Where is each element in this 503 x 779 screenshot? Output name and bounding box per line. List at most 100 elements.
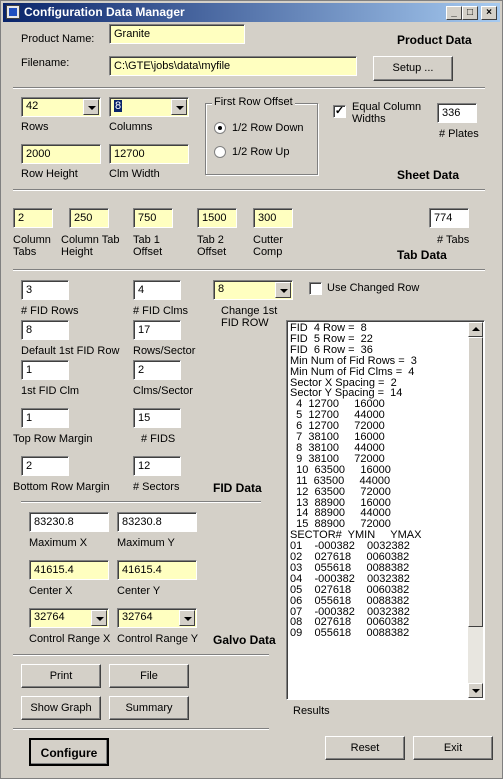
scroll-thumb[interactable] — [468, 337, 483, 627]
bottom-row-margin-input[interactable]: 2 — [21, 456, 69, 476]
tab1-offset-label-2: Offset — [133, 246, 163, 258]
configure-button-label: Configure — [40, 746, 98, 760]
center-y-input[interactable]: 41615.4 — [117, 560, 197, 580]
results-line[interactable]: 11 63500 44000 — [290, 475, 468, 487]
top-row-margin-label: Top Row Margin — [13, 433, 93, 445]
reset-button-label: Reset — [350, 742, 380, 754]
results-line[interactable]: 09 055618 0088382 — [290, 628, 468, 639]
exit-button[interactable]: Exit — [413, 736, 493, 760]
separator — [13, 189, 485, 191]
scroll-down-icon[interactable] — [468, 683, 483, 698]
maximize-button[interactable]: □ — [462, 6, 478, 20]
chevron-down-icon[interactable] — [91, 610, 107, 626]
show-graph-button[interactable]: Show Graph — [21, 696, 101, 720]
row-up-radio[interactable] — [214, 146, 226, 158]
results-line[interactable]: Min Num of Fid Rows = 3 — [290, 355, 468, 367]
results-scrollbar[interactable] — [468, 322, 483, 698]
product-name-label: Product Name: — [21, 33, 95, 45]
filename-input[interactable]: C:\GTE\jobs\data\myfile — [109, 56, 357, 76]
product-data-title: Product Data — [397, 33, 472, 47]
file-button-label: File — [140, 670, 158, 682]
cutter-comp-input[interactable]: 300 — [253, 208, 293, 228]
column-tab-height-label: Column Tab — [61, 234, 120, 246]
column-tabs-input[interactable]: 2 — [13, 208, 53, 228]
results-line[interactable]: 12 63500 72000 — [290, 486, 468, 498]
plates-input[interactable]: 336 — [437, 103, 477, 123]
max-y-input[interactable]: 83230.8 — [117, 512, 197, 532]
setup-button-label: Setup ... — [392, 62, 434, 74]
chevron-down-icon[interactable] — [275, 282, 291, 298]
center-x-label: Center X — [29, 585, 73, 597]
use-changed-row-checkbox[interactable] — [309, 282, 322, 295]
row-down-label[interactable]: 1/2 Row Down — [232, 122, 304, 134]
fid-data-title: FID Data — [213, 481, 262, 495]
default-first-row-input[interactable]: 8 — [21, 320, 69, 340]
chevron-down-icon[interactable] — [83, 99, 99, 115]
summary-button[interactable]: Summary — [109, 696, 189, 720]
sectors-input[interactable]: 12 — [133, 456, 181, 476]
change-first-fid-select[interactable]: 8 — [213, 280, 293, 300]
exit-button-label: Exit — [443, 742, 463, 754]
tabs-label: # Tabs — [437, 234, 470, 246]
rows-value: 42 — [26, 100, 39, 112]
first-row-offset-group: First Row Offset — [205, 96, 318, 175]
control-range-x-select[interactable]: 32764 — [29, 608, 109, 628]
max-x-label: Maximum X — [29, 537, 88, 549]
print-button[interactable]: Print — [21, 664, 101, 688]
setup-button[interactable]: Setup ... — [373, 56, 453, 81]
control-range-y-select[interactable]: 32764 — [117, 608, 197, 628]
chevron-down-icon[interactable] — [179, 610, 195, 626]
tabs-input[interactable]: 774 — [429, 208, 469, 228]
chevron-down-icon[interactable] — [171, 99, 187, 115]
results-label: Results — [293, 705, 330, 717]
control-range-x-value: 32764 — [34, 611, 65, 623]
tab1-offset-input[interactable]: 750 — [133, 208, 173, 228]
close-button[interactable]: × — [481, 6, 497, 20]
results-lines: FID 4 Row = 8 FID 5 Row = 22 FID 6 Row = 3… — [290, 323, 468, 639]
column-tab-height-input[interactable]: 250 — [69, 208, 109, 228]
columns-select[interactable]: 8 — [109, 97, 189, 117]
rows-per-sector-input[interactable]: 17 — [133, 320, 181, 340]
fid-clms-label: # FID Clms — [133, 305, 188, 317]
summary-button-label: Summary — [125, 702, 173, 714]
row-height-label: Row Height — [21, 168, 78, 180]
rows-label: Rows — [21, 121, 49, 133]
equal-widths-label[interactable]: Equal Column Widths — [352, 101, 424, 125]
column-tabs-label-2: Tabs — [13, 246, 37, 258]
fid-rows-input[interactable]: 3 — [21, 280, 69, 300]
top-row-margin-input[interactable]: 1 — [21, 408, 69, 428]
scroll-up-icon[interactable] — [468, 322, 483, 337]
results-listbox[interactable]: FID 4 Row = 8 FID 5 Row = 22 FID 6 Row = 3… — [286, 320, 485, 700]
equal-widths-checkbox[interactable]: ✓ — [333, 105, 346, 118]
rows-select[interactable]: 42 — [21, 97, 101, 117]
title-bar[interactable]: Configuration Data Manager _ □ × — [3, 3, 500, 22]
reset-button[interactable]: Reset — [325, 736, 405, 760]
fid-clms-input[interactable]: 4 — [133, 280, 181, 300]
columns-label: Columns — [109, 121, 153, 133]
tab2-offset-input[interactable]: 1500 — [197, 208, 237, 228]
clm-width-input[interactable]: 12700 — [109, 144, 189, 164]
product-name-input[interactable]: Granite — [109, 24, 245, 44]
center-x-input[interactable]: 41615.4 — [29, 560, 109, 580]
configure-button[interactable]: Configure — [29, 738, 109, 766]
row-up-label[interactable]: 1/2 Row Up — [232, 146, 289, 158]
file-button[interactable]: File — [109, 664, 189, 688]
results-line[interactable]: 06 055618 0088382 — [290, 595, 468, 607]
row-height-input[interactable]: 2000 — [21, 144, 101, 164]
first-fid-clm-input[interactable]: 1 — [21, 360, 69, 380]
show-graph-button-label: Show Graph — [30, 702, 92, 714]
center-y-label: Center Y — [117, 585, 161, 597]
tab2-offset-label: Tab 2 — [197, 234, 224, 246]
results-line[interactable]: Min Num of Fid Clms = 4 — [290, 366, 468, 378]
use-changed-row-label[interactable]: Use Changed Row — [327, 282, 419, 294]
change-first-fid-label: Change 1st — [221, 305, 278, 317]
clms-per-sector-label: Clms/Sector — [133, 385, 193, 397]
clms-per-sector-input[interactable]: 2 — [133, 360, 181, 380]
minimize-button[interactable]: _ — [446, 6, 462, 20]
tab2-offset-label-2: Offset — [197, 246, 227, 258]
row-down-radio[interactable] — [214, 122, 226, 134]
fids-input[interactable]: 15 — [133, 408, 181, 428]
max-x-input[interactable]: 83230.8 — [29, 512, 109, 532]
separator — [13, 269, 485, 271]
default-first-row-label: Default 1st FID Row — [21, 345, 120, 357]
